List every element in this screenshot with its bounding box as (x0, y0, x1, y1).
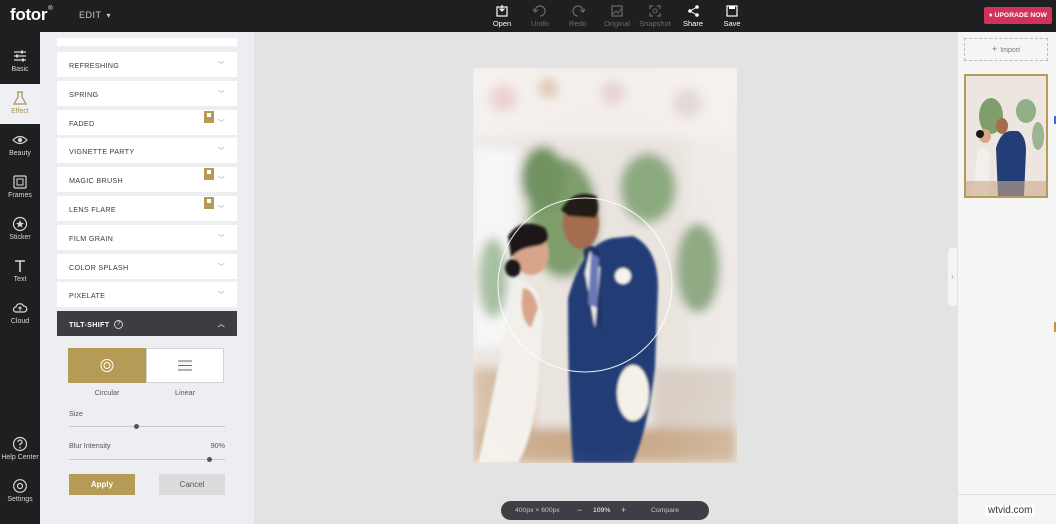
nav-beauty[interactable]: Beauty (0, 126, 40, 166)
compare-button[interactable]: Compare (651, 507, 679, 514)
zoom-out-button[interactable]: − (577, 505, 582, 515)
circular-icon (100, 359, 114, 372)
top-bar: fotor® EDIT ▾ Open Undo Redo Original Sna… (0, 0, 1056, 32)
text-icon (15, 260, 25, 272)
size-slider-handle[interactable] (133, 424, 139, 429)
original-icon (611, 5, 623, 17)
chevron-down-icon: ﹀ (217, 235, 225, 242)
thumbnail-photo (966, 76, 1046, 196)
chevron-up-icon: ︿ (217, 321, 225, 328)
effect-spring[interactable]: SPRING ﹀ (57, 81, 237, 106)
nav-sticker[interactable]: Sticker (0, 210, 40, 250)
premium-badge-icon (204, 168, 214, 180)
nav-frames[interactable]: Frames (0, 168, 40, 208)
save-button[interactable]: Save (712, 4, 752, 28)
effect-color-splash[interactable]: COLOR SPLASH ﹀ (57, 254, 237, 279)
redo-button[interactable]: Redo (558, 4, 598, 28)
nav-settings[interactable]: Settings (0, 472, 40, 512)
premium-badge-icon (204, 111, 214, 123)
eye-icon (12, 135, 28, 145)
undo-button[interactable]: Undo (520, 4, 560, 28)
linear-icon (178, 360, 192, 371)
chevron-down-icon: ﹀ (217, 264, 225, 271)
blur-intensity-slider-handle[interactable] (206, 457, 212, 462)
chevron-down-icon: ▾ (106, 11, 112, 20)
blur-intensity-slider[interactable] (69, 457, 225, 462)
effect-item-partial[interactable] (57, 38, 237, 46)
gem-icon: ♦ (989, 12, 993, 19)
help-icon (12, 436, 28, 452)
image-thumbnail[interactable] (964, 74, 1048, 198)
effect-tilt-shift[interactable]: TILT-SHIFT? ︿ (57, 311, 237, 336)
mode-linear-button[interactable] (146, 348, 224, 383)
collapse-right-panel-handle[interactable]: › (948, 248, 957, 306)
effects-panel: REFRESHING ﹀ SPRING ﹀ FADED ﹀ VIGNETTE PART… (40, 32, 254, 524)
import-button[interactable]: + Import (964, 38, 1048, 61)
wedding-photo (473, 68, 737, 463)
chevron-down-icon: ﹀ (217, 206, 225, 213)
chevron-down-icon: ﹀ (217, 292, 225, 299)
chevron-down-icon: ﹀ (217, 91, 225, 98)
right-panel: + Import (957, 32, 1056, 524)
nav-effect[interactable]: Effect (0, 84, 40, 124)
mode-circular-label: Circular (94, 388, 120, 397)
blur-intensity-label: Blur Intensity (69, 441, 111, 450)
zoom-level: 109% (593, 507, 611, 514)
save-icon (726, 5, 738, 17)
zoom-bar: 400px × 600px − 109% + Compare (501, 501, 709, 520)
gear-icon (13, 479, 27, 493)
original-button[interactable]: Original (597, 4, 637, 28)
size-label: Size (69, 409, 83, 418)
open-button[interactable]: Open (482, 4, 522, 28)
mode-circular-button[interactable] (68, 348, 146, 383)
nav-help-center[interactable]: Help Center (0, 430, 40, 470)
mode-linear-label: Linear (175, 388, 195, 397)
undo-icon (532, 5, 546, 17)
premium-badge-icon (204, 197, 214, 209)
chevron-down-icon: ﹀ (217, 120, 225, 127)
canvas-area: 400px × 600px − 109% + Compare › (254, 32, 957, 524)
star-icon (12, 216, 28, 232)
flask-icon (12, 91, 28, 105)
effect-pixelate[interactable]: PIXELATE ﹀ (57, 282, 237, 307)
frame-icon (13, 175, 27, 189)
redo-icon (572, 5, 586, 17)
cancel-button[interactable]: Cancel (159, 474, 225, 495)
photo-canvas[interactable] (473, 68, 737, 463)
share-button[interactable]: Share (673, 4, 713, 28)
left-nav: Basic Effect Beauty Frames Sticker Text … (0, 32, 40, 524)
chevron-down-icon: ﹀ (217, 62, 225, 69)
effect-lens-flare[interactable]: LENS FLARE ﹀ (57, 196, 237, 221)
edit-menu[interactable]: EDIT ▾ (79, 10, 111, 20)
size-slider[interactable] (69, 424, 225, 429)
chevron-down-icon: ﹀ (217, 177, 225, 184)
snapshot-icon (649, 5, 661, 17)
effect-vignette-party[interactable]: VIGNETTE PARTY ﹀ (57, 138, 237, 163)
nav-cloud[interactable]: Cloud (0, 294, 40, 334)
effect-refreshing[interactable]: REFRESHING ﹀ (57, 52, 237, 77)
snapshot-button[interactable]: Snapshot (635, 4, 675, 28)
share-icon (688, 5, 699, 17)
plus-icon: + (991, 44, 998, 54)
divider (958, 494, 1056, 495)
sliders-icon (14, 50, 26, 62)
effect-magic-brush[interactable]: MAGIC BRUSH ﹀ (57, 167, 237, 192)
image-dimensions: 400px × 600px (515, 507, 560, 514)
cloud-upload-icon (12, 303, 28, 313)
help-icon[interactable]: ? (114, 319, 124, 329)
fotor-logo[interactable]: fotor® (10, 5, 53, 25)
nav-basic[interactable]: Basic (0, 42, 40, 82)
nav-text[interactable]: Text (0, 252, 40, 292)
chevron-down-icon: ﹀ (217, 148, 225, 155)
effect-faded[interactable]: FADED ﹀ (57, 110, 237, 135)
watermark: wtvid.com (985, 505, 1036, 516)
open-icon (496, 5, 508, 17)
blur-intensity-value: 90% (210, 441, 225, 450)
apply-button[interactable]: Apply (69, 474, 135, 495)
upgrade-now-button[interactable]: ♦ UPGRADE NOW (984, 7, 1052, 24)
zoom-in-button[interactable]: + (621, 505, 626, 515)
effect-film-grain[interactable]: FILM GRAIN ﹀ (57, 225, 237, 250)
